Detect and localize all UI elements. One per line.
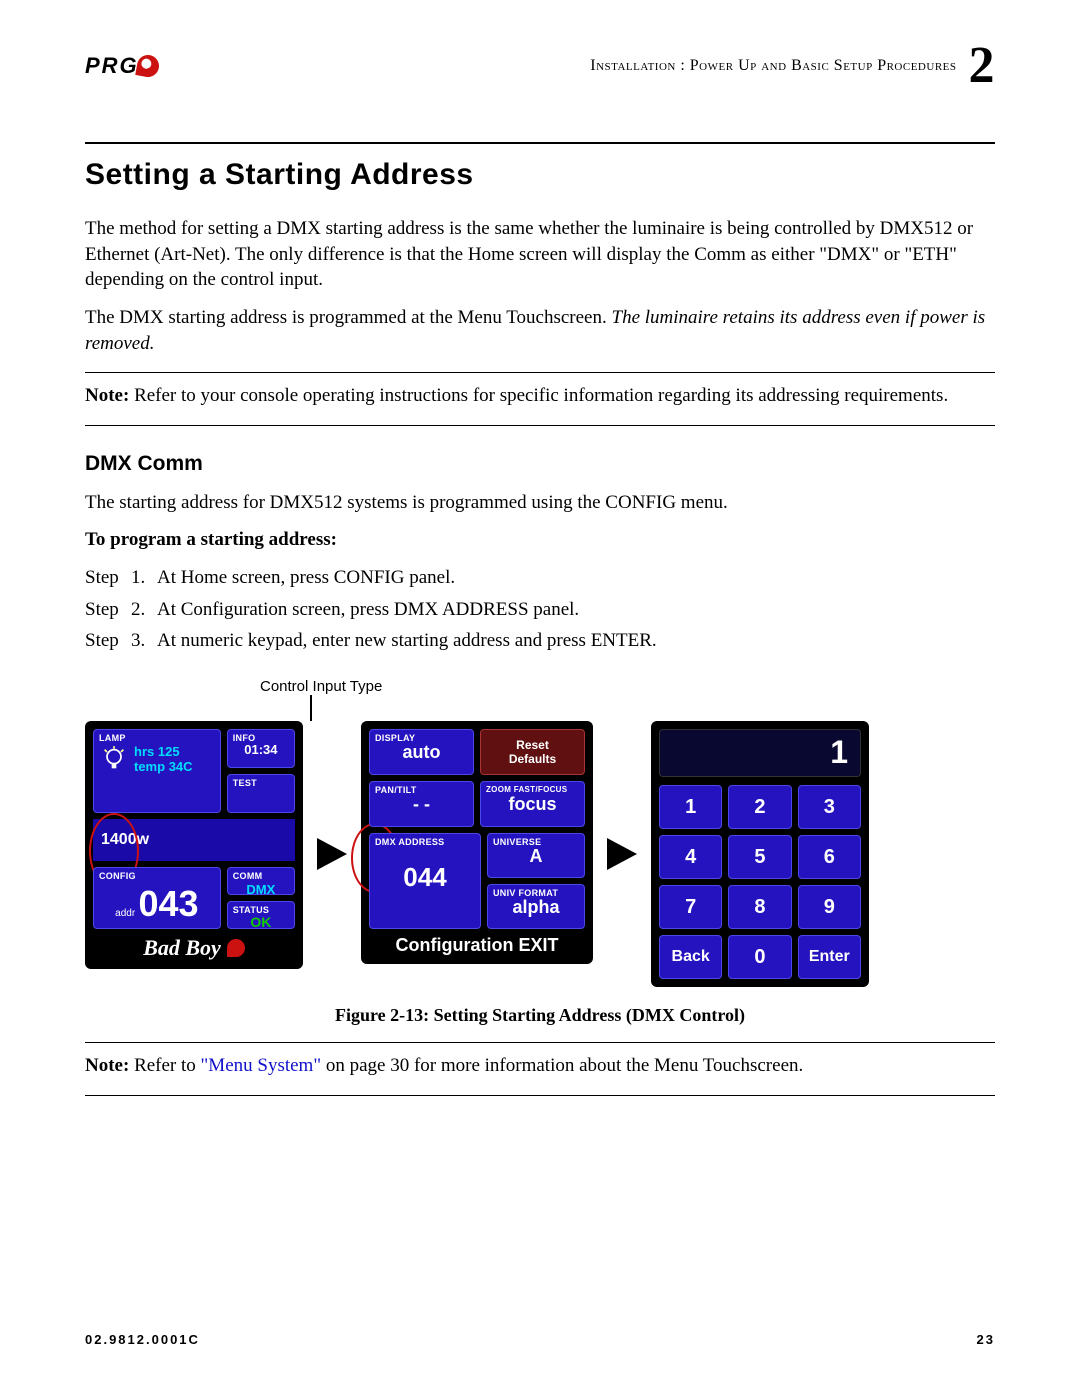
display-tile[interactable]: DISPLAYauto [369, 729, 474, 775]
zoom-focus-tile[interactable]: ZOOM FAST/FOCUSfocus [480, 781, 585, 827]
arrow-icon [607, 838, 637, 870]
configuration-panel: DISPLAYauto ResetDefaults PAN/TILT- - ZO… [361, 721, 593, 964]
wattage-display: 1400w [93, 819, 295, 861]
key-5[interactable]: 5 [728, 835, 791, 879]
divider [85, 1095, 995, 1096]
divider [85, 142, 995, 144]
logo-swirl-icon [135, 53, 160, 78]
comm-tile[interactable]: COMMDMX [227, 867, 295, 895]
dmx-intro: The starting address for DMX512 systems … [85, 490, 995, 516]
key-back[interactable]: Back [659, 935, 722, 979]
arrow-icon [317, 838, 347, 870]
breadcrumb-text: Installation : Power Up and Basic Setup … [590, 57, 956, 75]
config-tile[interactable]: CONFIG addr 043 [93, 867, 221, 929]
document-number: 02.9812.0001C [85, 1332, 200, 1347]
key-7[interactable]: 7 [659, 885, 722, 929]
home-screen-panel: LAMP hrs 125 temp 34C INFO01:34 TEST [85, 721, 303, 969]
step-2: Step2.At Configuration screen, press DMX… [85, 597, 995, 623]
univ-format-tile[interactable]: UNIV FORMATalpha [487, 884, 585, 929]
configuration-exit-label[interactable]: Configuration EXIT [369, 935, 585, 956]
logo-text: PRG [85, 53, 139, 79]
key-4[interactable]: 4 [659, 835, 722, 879]
figure-2-13: Control Input Type LAMP hrs 125 temp 34C [85, 678, 995, 1026]
figure-caption: Figure 2-13: Setting Starting Address (D… [85, 1005, 995, 1026]
reset-defaults-tile[interactable]: ResetDefaults [480, 729, 585, 775]
keypad-panel: 1 1 2 3 4 5 6 7 8 9 Back 0 Enter [651, 721, 869, 987]
key-0[interactable]: 0 [728, 935, 791, 979]
divider [85, 372, 995, 373]
intro-paragraph-2: The DMX starting address is programmed a… [85, 305, 995, 356]
key-1[interactable]: 1 [659, 785, 722, 829]
breadcrumb: Installation : Power Up and Basic Setup … [590, 40, 995, 92]
chapter-number: 2 [969, 40, 996, 92]
subsection-title: DMX Comm [85, 452, 995, 476]
page-title: Setting a Starting Address [85, 158, 995, 192]
page-number: 23 [977, 1332, 995, 1347]
status-tile[interactable]: STATUSOK [227, 901, 295, 929]
lamp-tile[interactable]: LAMP hrs 125 temp 34C [93, 729, 221, 813]
dmx-address-tile[interactable]: DMX ADDRESS044 [369, 833, 481, 929]
callout-leader-line [310, 695, 312, 721]
key-9[interactable]: 9 [798, 885, 861, 929]
to-program-heading: To program a starting address: [85, 527, 995, 553]
pan-tilt-tile[interactable]: PAN/TILT- - [369, 781, 474, 827]
bulb-icon [100, 745, 128, 773]
divider [85, 425, 995, 426]
note-1: Note: Refer to your console operating in… [85, 383, 995, 409]
key-8[interactable]: 8 [728, 885, 791, 929]
brand-swirl-icon [227, 939, 245, 957]
universe-tile[interactable]: UNIVERSEA [487, 833, 585, 878]
brand-label: Bad Boy [93, 935, 295, 961]
intro-paragraph-1: The method for setting a DMX starting ad… [85, 216, 995, 293]
keypad-display: 1 [659, 729, 861, 777]
key-3[interactable]: 3 [798, 785, 861, 829]
callout-label: Control Input Type [260, 678, 995, 695]
divider [85, 1042, 995, 1043]
info-tile[interactable]: INFO01:34 [227, 729, 295, 768]
menu-system-link[interactable]: "Menu System" [201, 1055, 322, 1076]
note-2: Note: Refer to "Menu System" on page 30 … [85, 1053, 995, 1079]
key-enter[interactable]: Enter [798, 935, 861, 979]
key-6[interactable]: 6 [798, 835, 861, 879]
step-1: Step1.At Home screen, press CONFIG panel… [85, 565, 995, 591]
test-tile[interactable]: TEST [227, 774, 295, 813]
key-2[interactable]: 2 [728, 785, 791, 829]
prg-logo: PRG [85, 53, 159, 79]
step-3: Step3.At numeric keypad, enter new start… [85, 628, 995, 654]
